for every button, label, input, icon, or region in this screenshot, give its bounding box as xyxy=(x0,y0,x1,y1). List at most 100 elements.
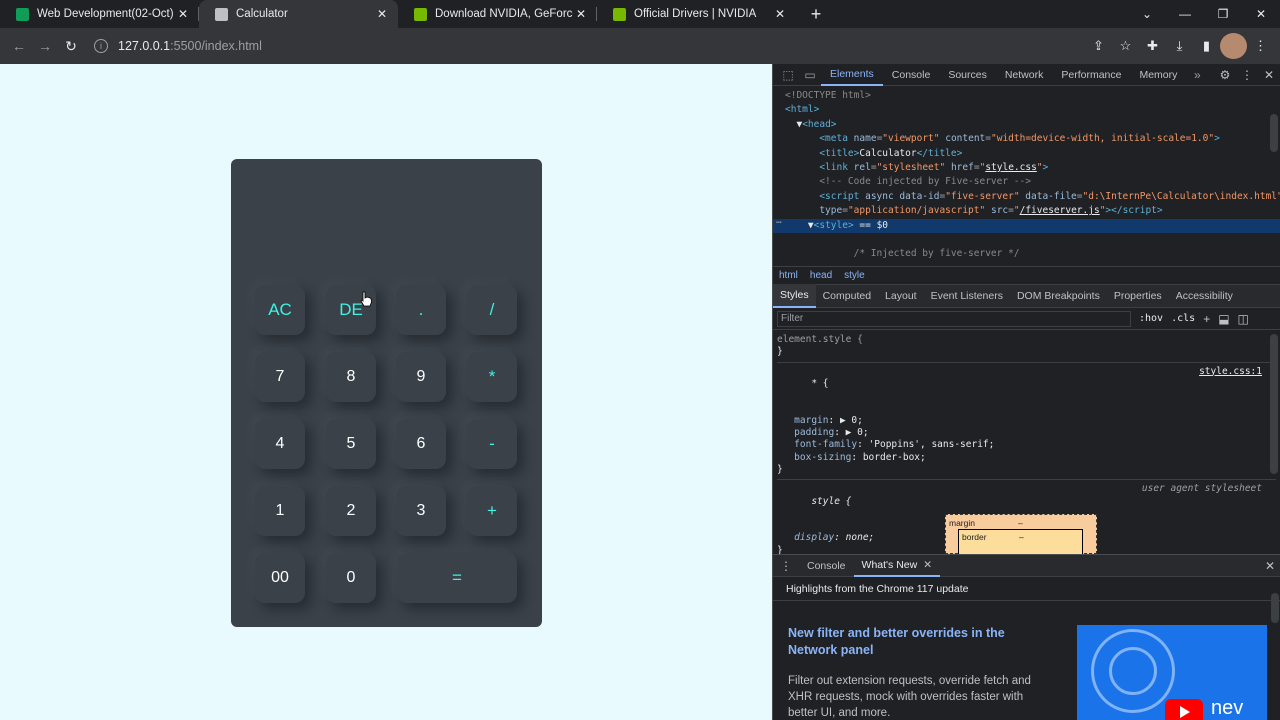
dom-node[interactable]: <link rel="stylesheet" href="style.css"> xyxy=(773,161,1280,175)
close-icon[interactable]: ✕ xyxy=(772,7,788,21)
styles-filter-input[interactable]: Filter xyxy=(777,310,1131,327)
key-add[interactable]: + xyxy=(467,486,517,536)
close-window-icon[interactable]: ✕ xyxy=(1242,0,1280,28)
key-7[interactable]: 7 xyxy=(255,352,305,402)
side-panel-icon[interactable]: ▮ xyxy=(1193,33,1220,59)
reload-icon[interactable]: ↻ xyxy=(58,33,84,59)
computed-sidebar-icon[interactable]: ◫ xyxy=(1238,312,1249,326)
style-property[interactable]: margin: ▶ 0; xyxy=(777,415,1276,427)
box-model-margin-value[interactable]: – xyxy=(1018,518,1023,528)
tab-search-icon[interactable]: ⌄ xyxy=(1128,0,1166,28)
key-clear-all[interactable]: AC xyxy=(255,285,305,335)
key-00[interactable]: 00 xyxy=(255,553,305,603)
dom-node[interactable]: <!DOCTYPE html> xyxy=(773,89,1280,103)
share-icon[interactable]: ⇪ xyxy=(1085,33,1112,59)
profile-avatar[interactable] xyxy=(1220,33,1247,59)
site-info-icon[interactable]: i xyxy=(94,39,108,53)
key-2[interactable]: 2 xyxy=(326,486,376,536)
key-subtract[interactable]: - xyxy=(467,419,517,469)
drawer-close-icon[interactable]: ✕ xyxy=(1259,559,1280,573)
maximize-icon[interactable]: ❐ xyxy=(1204,0,1242,28)
tab-event-listeners[interactable]: Event Listeners xyxy=(924,284,1010,308)
close-icon[interactable]: ✕ xyxy=(175,7,191,21)
key-0[interactable]: 0 xyxy=(326,553,376,603)
device-toolbar-icon[interactable]: ▭ xyxy=(799,64,821,86)
tab-calculator[interactable]: Calculator ✕ xyxy=(199,0,398,28)
menu-icon[interactable]: ⋮ xyxy=(1247,33,1274,59)
bookmark-star-icon[interactable]: ☆ xyxy=(1112,33,1139,59)
close-icon[interactable]: ✕ xyxy=(573,7,589,21)
youtube-play-icon[interactable] xyxy=(1165,699,1203,720)
extensions-icon[interactable]: ✚ xyxy=(1139,33,1166,59)
new-rule-icon[interactable]: + xyxy=(1203,312,1210,326)
key-8[interactable]: 8 xyxy=(326,352,376,402)
drawer-scrollbar[interactable] xyxy=(1271,593,1279,623)
box-model-border-value[interactable]: – xyxy=(1019,532,1024,542)
tab-accessibility[interactable]: Accessibility xyxy=(1169,284,1240,308)
dom-node[interactable]: ▼<head> xyxy=(773,118,1280,132)
dom-node[interactable] xyxy=(773,233,1280,247)
drawer-menu-icon[interactable]: ⋮ xyxy=(773,559,799,573)
minimize-icon[interactable]: — xyxy=(1166,0,1204,28)
devtools-tab-console[interactable]: Console xyxy=(883,64,940,86)
devtools-menu-icon[interactable]: ⋮ xyxy=(1236,64,1258,86)
dom-node[interactable]: <meta name="viewport" content="width=dev… xyxy=(773,132,1280,146)
devtools-tab-elements[interactable]: Elements xyxy=(821,64,883,86)
tab-dom-breakpoints[interactable]: DOM Breakpoints xyxy=(1010,284,1107,308)
rule-selector[interactable]: * { xyxy=(811,378,828,389)
breadcrumb-style[interactable]: style xyxy=(844,270,865,281)
devtools-tab-network[interactable]: Network xyxy=(996,64,1053,86)
inspect-element-icon[interactable]: ⬚ xyxy=(777,64,799,86)
forward-icon[interactable]: → xyxy=(32,33,58,59)
style-property[interactable]: font-family: 'Poppins', sans-serif; xyxy=(777,439,1276,451)
tab-web-development[interactable]: Web Development(02-Oct) - Ch ✕ xyxy=(0,0,199,28)
styles-scrollbar[interactable] xyxy=(1270,334,1278,474)
breadcrumb-head[interactable]: head xyxy=(810,270,832,281)
dom-node[interactable]: /* Injected by five-server */ xyxy=(773,247,1280,261)
dom-node-selected[interactable]: ▼<style> == $0 xyxy=(773,218,1280,234)
breadcrumb-html[interactable]: html xyxy=(779,270,798,281)
devtools-tab-sources[interactable]: Sources xyxy=(939,64,996,86)
download-icon[interactable]: ⤓ xyxy=(1166,33,1193,59)
more-tabs-icon[interactable]: » xyxy=(1186,64,1208,86)
element-state-icon[interactable]: ⬓ xyxy=(1218,312,1229,326)
dom-node[interactable]: <script async data-id="five-server" data… xyxy=(773,190,1280,204)
key-equals[interactable]: = xyxy=(397,553,517,603)
tab-official-drivers[interactable]: Official Drivers | NVIDIA ✕ xyxy=(597,0,796,28)
tab-download-nvidia[interactable]: Download NVIDIA, GeForce, Qu ✕ xyxy=(398,0,597,28)
back-icon[interactable]: ← xyxy=(6,33,32,59)
devtools-close-icon[interactable]: ✕ xyxy=(1258,64,1280,86)
rule-source-link[interactable]: style.css:1 xyxy=(1199,366,1262,378)
key-multiply[interactable]: * xyxy=(467,352,517,402)
key-divide[interactable]: / xyxy=(467,285,517,335)
key-1[interactable]: 1 xyxy=(255,486,305,536)
key-5[interactable]: 5 xyxy=(326,419,376,469)
dom-node[interactable]: <html> xyxy=(773,103,1280,117)
news-title-link[interactable]: New filter and better overrides in the N… xyxy=(788,625,1048,659)
tab-properties[interactable]: Properties xyxy=(1107,284,1169,308)
rule-selector[interactable]: element.style { xyxy=(777,334,1276,346)
tab-computed[interactable]: Computed xyxy=(816,284,878,308)
settings-gear-icon[interactable]: ⚙ xyxy=(1214,64,1236,86)
key-9[interactable]: 9 xyxy=(396,352,446,402)
video-thumbnail[interactable]: nev xyxy=(1077,625,1267,720)
close-icon[interactable]: ✕ xyxy=(923,559,932,571)
key-4[interactable]: 4 xyxy=(255,419,305,469)
dom-scrollbar[interactable] xyxy=(1270,114,1278,152)
devtools-tab-memory[interactable]: Memory xyxy=(1130,64,1186,86)
key-3[interactable]: 3 xyxy=(396,486,446,536)
new-tab-button[interactable]: + xyxy=(802,0,830,28)
hover-state-button[interactable]: :hov xyxy=(1139,313,1163,324)
drawer-tab-whats-new[interactable]: What's New ✕ xyxy=(853,555,941,577)
close-icon[interactable]: ✕ xyxy=(374,7,390,21)
devtools-tab-performance[interactable]: Performance xyxy=(1052,64,1130,86)
key-decimal[interactable]: . xyxy=(396,285,446,335)
dom-node[interactable]: type="application/javascript" src="/five… xyxy=(773,204,1280,218)
rule-selector[interactable]: style { xyxy=(811,496,851,507)
dom-node[interactable]: <!-- Code injected by Five-server --> xyxy=(773,175,1280,189)
class-toggle-button[interactable]: .cls xyxy=(1171,313,1195,324)
style-property[interactable]: box-sizing: border-box; xyxy=(777,452,1276,464)
tab-styles[interactable]: Styles xyxy=(773,284,816,308)
address-bar[interactable]: i 127.0.0.1:5500/index.html xyxy=(90,33,1085,59)
drawer-tab-console[interactable]: Console xyxy=(799,555,854,577)
